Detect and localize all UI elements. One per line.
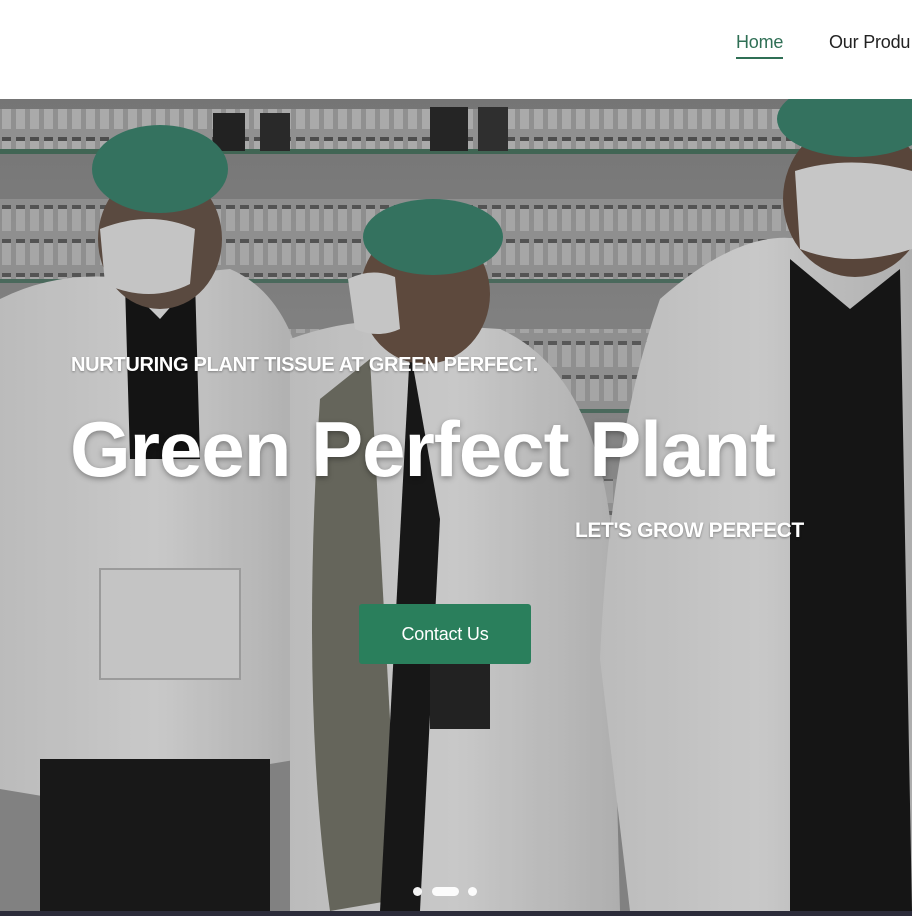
carousel-dot-1[interactable] bbox=[413, 887, 422, 896]
carousel-dot-3[interactable] bbox=[468, 887, 477, 896]
bottom-edge bbox=[0, 911, 912, 916]
nav-link-our-products[interactable]: Our Produ bbox=[829, 30, 910, 54]
carousel-indicators bbox=[0, 887, 912, 899]
hero-tagline: NURTURING PLANT TISSUE AT GREEN PERFECT. bbox=[71, 354, 538, 376]
carousel-dot-2-active[interactable] bbox=[432, 887, 459, 896]
hero-subtitle: LET'S GROW PERFECT bbox=[575, 519, 804, 542]
contact-us-button[interactable]: Contact Us bbox=[359, 604, 531, 664]
page: Home Our Produ NURTURING PLANT TISSUE AT… bbox=[0, 0, 912, 916]
hero-overlay bbox=[0, 99, 912, 911]
hero-carousel: NURTURING PLANT TISSUE AT GREEN PERFECT.… bbox=[0, 99, 912, 911]
top-navbar: Home Our Produ bbox=[0, 0, 912, 99]
nav-link-home[interactable]: Home bbox=[736, 30, 784, 59]
hero-title: Green Perfect Plant bbox=[70, 405, 776, 493]
